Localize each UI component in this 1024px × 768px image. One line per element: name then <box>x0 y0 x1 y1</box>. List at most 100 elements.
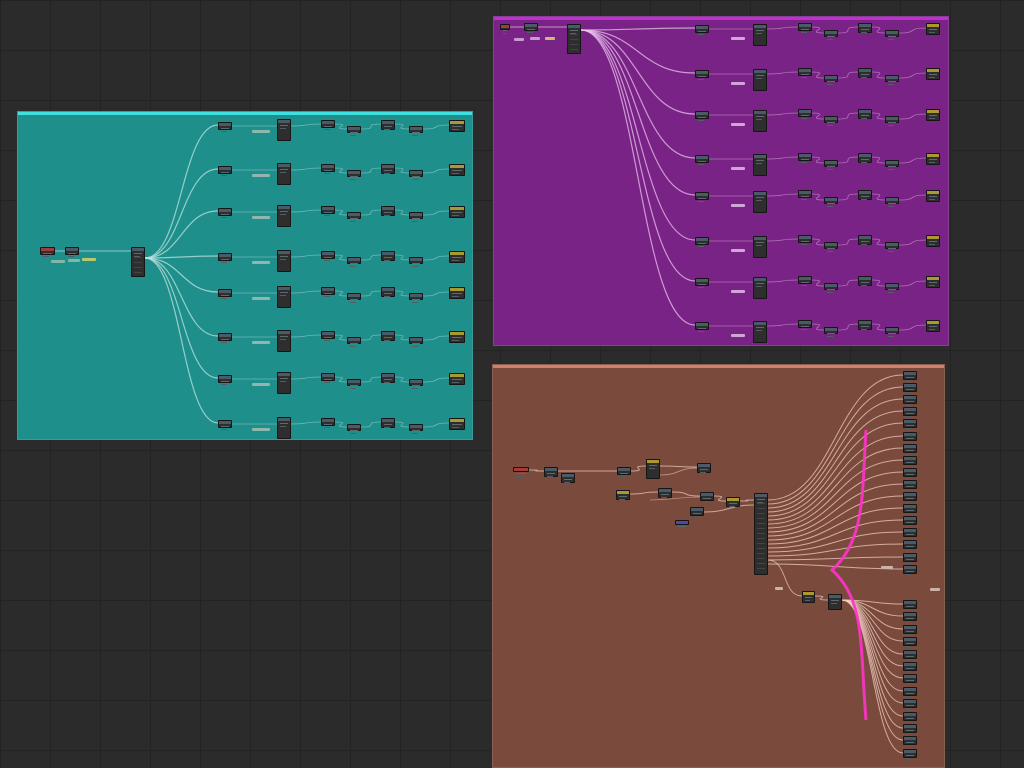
node-header[interactable] <box>647 460 659 463</box>
row-node[interactable] <box>824 197 838 207</box>
node-header[interactable] <box>859 191 871 194</box>
node-header[interactable] <box>904 688 916 691</box>
node-header[interactable] <box>676 521 688 524</box>
node-header[interactable] <box>696 193 708 196</box>
output-node[interactable] <box>802 591 815 603</box>
node-header[interactable] <box>562 474 574 477</box>
stack-node[interactable] <box>277 119 291 141</box>
row-node[interactable] <box>695 278 709 288</box>
node-header[interactable] <box>927 236 939 239</box>
node-header[interactable] <box>568 25 580 28</box>
save-node[interactable] <box>903 736 917 746</box>
stack-node[interactable] <box>277 163 291 185</box>
stack-node[interactable] <box>753 154 767 176</box>
row-node[interactable] <box>885 116 899 126</box>
node-header[interactable] <box>382 252 394 255</box>
stack-node[interactable] <box>277 417 291 439</box>
node-header[interactable] <box>450 374 464 377</box>
row-node[interactable] <box>218 166 232 176</box>
node-header[interactable] <box>382 207 394 210</box>
row-node[interactable] <box>381 206 395 216</box>
save-node[interactable] <box>903 553 917 563</box>
row-node[interactable] <box>858 276 872 286</box>
output-node[interactable] <box>926 190 940 202</box>
output-node[interactable] <box>926 276 940 288</box>
node-header[interactable] <box>322 165 334 168</box>
row-node[interactable] <box>824 75 838 85</box>
row-node[interactable] <box>381 251 395 261</box>
node-header[interactable] <box>410 425 422 428</box>
process-node[interactable] <box>690 507 704 517</box>
row-node[interactable] <box>798 109 812 119</box>
node-header[interactable] <box>322 121 334 124</box>
node-header[interactable] <box>696 279 708 282</box>
node-header[interactable] <box>754 25 766 28</box>
row-node[interactable] <box>347 379 361 389</box>
node-header[interactable] <box>825 117 837 120</box>
node-header[interactable] <box>904 700 916 703</box>
row-node[interactable] <box>321 373 335 383</box>
row-node[interactable] <box>409 212 423 222</box>
row-node[interactable] <box>695 111 709 121</box>
input-node[interactable] <box>65 247 79 257</box>
node-header[interactable] <box>322 332 334 335</box>
node-header[interactable] <box>382 165 394 168</box>
process-node[interactable] <box>646 459 660 479</box>
row-node[interactable] <box>885 75 899 85</box>
row-node[interactable] <box>885 242 899 252</box>
node-header[interactable] <box>927 110 939 113</box>
node-header[interactable] <box>348 338 360 341</box>
row-node[interactable] <box>695 70 709 80</box>
stack-node[interactable] <box>753 236 767 258</box>
save-node[interactable] <box>903 650 917 660</box>
row-node[interactable] <box>381 418 395 428</box>
node-header[interactable] <box>410 380 422 383</box>
node-header[interactable] <box>410 171 422 174</box>
node-header[interactable] <box>754 70 766 73</box>
save-node[interactable] <box>903 600 917 610</box>
node-header[interactable] <box>132 248 144 251</box>
node-header[interactable] <box>450 419 464 422</box>
node-header[interactable] <box>450 332 464 335</box>
output-node[interactable] <box>926 109 940 121</box>
node-header[interactable] <box>799 154 811 157</box>
node-header[interactable] <box>904 505 916 508</box>
row-node[interactable] <box>409 170 423 180</box>
node-header[interactable] <box>799 110 811 113</box>
stack-node[interactable] <box>277 205 291 227</box>
node-header[interactable] <box>696 112 708 115</box>
save-node[interactable] <box>903 419 917 429</box>
output-node[interactable] <box>926 68 940 80</box>
node-header[interactable] <box>66 248 78 251</box>
node-header[interactable] <box>514 468 528 471</box>
process-node[interactable] <box>658 488 672 498</box>
input-node[interactable] <box>524 23 538 33</box>
node-header[interactable] <box>41 248 54 251</box>
node-header[interactable] <box>348 213 360 216</box>
node-header[interactable] <box>754 278 766 281</box>
row-node[interactable] <box>409 379 423 389</box>
node-header[interactable] <box>382 374 394 377</box>
save-node[interactable] <box>903 528 917 538</box>
node-header[interactable] <box>322 374 334 377</box>
row-node[interactable] <box>347 126 361 136</box>
row-node[interactable] <box>858 235 872 245</box>
node-header[interactable] <box>278 206 290 209</box>
save-node[interactable] <box>903 395 917 405</box>
output-node[interactable] <box>449 373 465 385</box>
node-header[interactable] <box>348 258 360 261</box>
node-header[interactable] <box>825 161 837 164</box>
row-node[interactable] <box>858 190 872 200</box>
node-header[interactable] <box>859 321 871 324</box>
output-node[interactable] <box>449 206 465 218</box>
save-node[interactable] <box>903 687 917 697</box>
node-header[interactable] <box>219 421 231 424</box>
row-node[interactable] <box>824 160 838 170</box>
row-node[interactable] <box>218 420 232 430</box>
save-node[interactable] <box>903 468 917 478</box>
input-node[interactable] <box>561 473 575 483</box>
note-node[interactable] <box>675 520 689 530</box>
node-header[interactable] <box>886 328 898 331</box>
node-header[interactable] <box>410 213 422 216</box>
node-header[interactable] <box>754 192 766 195</box>
